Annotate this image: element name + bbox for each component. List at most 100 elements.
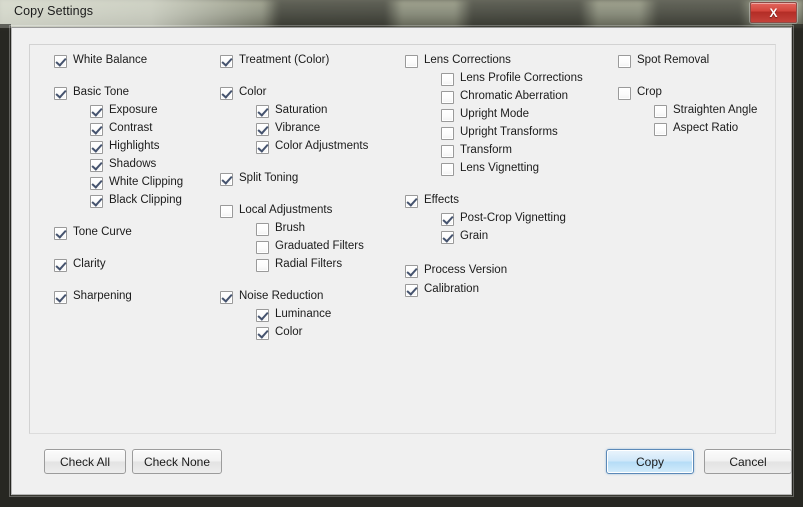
checkbox-checked-icon[interactable] (54, 291, 67, 304)
checkbox-checked-icon[interactable] (405, 284, 418, 297)
checkbox-checked-icon[interactable] (441, 231, 454, 244)
checkbox-row[interactable]: Chromatic Aberration (441, 90, 568, 104)
checkbox-label: Shadows (109, 158, 157, 170)
checkbox-unchecked-icon[interactable] (654, 105, 667, 118)
checkbox-unchecked-icon[interactable] (618, 55, 631, 68)
checkbox-row[interactable]: Brush (256, 222, 305, 236)
checkbox-checked-icon[interactable] (90, 123, 103, 136)
checkbox-row[interactable]: Lens Vignetting (441, 162, 539, 176)
close-button[interactable]: X (750, 2, 797, 23)
checkbox-unchecked-icon[interactable] (256, 259, 269, 272)
checkbox-row[interactable]: Aspect Ratio (654, 122, 738, 136)
checkbox-label: Exposure (109, 104, 158, 116)
checkbox-label: Transform (460, 144, 512, 156)
checkbox-row[interactable]: Treatment (Color) (220, 54, 329, 68)
checkbox-checked-icon[interactable] (441, 213, 454, 226)
checkbox-checked-icon[interactable] (90, 177, 103, 190)
checkbox-checked-icon[interactable] (54, 55, 67, 68)
checkbox-checked-icon[interactable] (90, 159, 103, 172)
checkbox-checked-icon[interactable] (256, 309, 269, 322)
checkbox-row[interactable]: Spot Removal (618, 54, 709, 68)
checkbox-unchecked-icon[interactable] (256, 223, 269, 236)
checkbox-checked-icon[interactable] (220, 291, 233, 304)
checkbox-row[interactable]: Color (256, 326, 302, 340)
checkbox-checked-icon[interactable] (405, 265, 418, 278)
check-all-button[interactable]: Check All (44, 449, 126, 474)
checkbox-row[interactable]: Grain (441, 230, 488, 244)
checkbox-checked-icon[interactable] (256, 123, 269, 136)
copy-button[interactable]: Copy (606, 449, 694, 474)
checkbox-label: Basic Tone (73, 86, 130, 98)
checkbox-row[interactable]: Color Adjustments (256, 140, 368, 154)
checkbox-row[interactable]: Basic Tone (54, 86, 129, 100)
checkbox-unchecked-icon[interactable] (441, 145, 454, 158)
checkbox-checked-icon[interactable] (256, 327, 269, 340)
checkbox-unchecked-icon[interactable] (441, 73, 454, 86)
checkbox-checked-icon[interactable] (90, 195, 103, 208)
checkbox-row[interactable]: Crop (618, 86, 662, 100)
checkbox-row[interactable]: Luminance (256, 308, 331, 322)
checkbox-checked-icon[interactable] (405, 195, 418, 208)
checkbox-unchecked-icon[interactable] (441, 91, 454, 104)
checkbox-unchecked-icon[interactable] (441, 109, 454, 122)
checkbox-unchecked-icon[interactable] (220, 205, 233, 218)
checkbox-row[interactable]: Local Adjustments (220, 204, 332, 218)
checkbox-row[interactable]: Color (220, 86, 266, 100)
checkbox-label: Treatment (Color) (239, 54, 330, 66)
cancel-button[interactable]: Cancel (704, 449, 792, 474)
checkbox-label: Color Adjustments (275, 140, 369, 152)
checkbox-checked-icon[interactable] (256, 105, 269, 118)
checkbox-checked-icon[interactable] (220, 55, 233, 68)
checkbox-label: Upright Mode (460, 108, 530, 120)
checkbox-row[interactable]: Upright Mode (441, 108, 529, 122)
cancel-button-label: Cancel (729, 454, 767, 469)
checkbox-row[interactable]: Split Toning (220, 172, 298, 186)
checkbox-checked-icon[interactable] (220, 173, 233, 186)
checkbox-row[interactable]: Transform (441, 144, 512, 158)
checkbox-row[interactable]: Saturation (256, 104, 327, 118)
check-none-button[interactable]: Check None (132, 449, 222, 474)
checkbox-checked-icon[interactable] (54, 259, 67, 272)
checkbox-checked-icon[interactable] (90, 105, 103, 118)
checkbox-unchecked-icon[interactable] (256, 241, 269, 254)
checkbox-row[interactable]: Lens Profile Corrections (441, 72, 583, 86)
copy-button-label: Copy (635, 454, 664, 469)
checkbox-row[interactable]: Process Version (405, 264, 507, 278)
checkbox-row[interactable]: Lens Corrections (405, 54, 511, 68)
checkbox-unchecked-icon[interactable] (654, 123, 667, 136)
checkbox-checked-icon[interactable] (54, 227, 67, 240)
checkbox-row[interactable]: Straighten Angle (654, 104, 757, 118)
checkbox-checked-icon[interactable] (256, 141, 269, 154)
checkbox-label: Post-Crop Vignetting (460, 212, 566, 224)
checkbox-unchecked-icon[interactable] (441, 163, 454, 176)
checkbox-row[interactable]: Calibration (405, 283, 479, 297)
checkbox-row[interactable]: Effects (405, 194, 459, 208)
checkbox-row[interactable]: Vibrance (256, 122, 320, 136)
checkbox-label: Contrast (109, 122, 153, 134)
checkbox-row[interactable]: Highlights (90, 140, 160, 154)
checkbox-row[interactable]: Graduated Filters (256, 240, 364, 254)
checkbox-row[interactable]: White Clipping (90, 176, 183, 190)
checkbox-checked-icon[interactable] (90, 141, 103, 154)
checkbox-label: Highlights (109, 140, 160, 152)
checkbox-unchecked-icon[interactable] (405, 55, 418, 68)
checkbox-label: Split Toning (239, 172, 299, 184)
checkbox-row[interactable]: Black Clipping (90, 194, 182, 208)
checkbox-label: Noise Reduction (239, 290, 324, 302)
checkbox-unchecked-icon[interactable] (618, 87, 631, 100)
checkbox-row[interactable]: Radial Filters (256, 258, 342, 272)
checkbox-row[interactable]: Exposure (90, 104, 158, 118)
checkbox-row[interactable]: Upright Transforms (441, 126, 558, 140)
checkbox-row[interactable]: Shadows (90, 158, 156, 172)
checkbox-row[interactable]: Contrast (90, 122, 152, 136)
checkbox-row[interactable]: Noise Reduction (220, 290, 323, 304)
checkbox-checked-icon[interactable] (220, 87, 233, 100)
checkbox-unchecked-icon[interactable] (441, 127, 454, 140)
checkbox-checked-icon[interactable] (54, 87, 67, 100)
checkbox-label: Upright Transforms (460, 126, 558, 138)
checkbox-row[interactable]: Post-Crop Vignetting (441, 212, 566, 226)
checkbox-row[interactable]: White Balance (54, 54, 147, 68)
checkbox-row[interactable]: Sharpening (54, 290, 132, 304)
checkbox-row[interactable]: Tone Curve (54, 226, 132, 240)
checkbox-row[interactable]: Clarity (54, 258, 106, 272)
